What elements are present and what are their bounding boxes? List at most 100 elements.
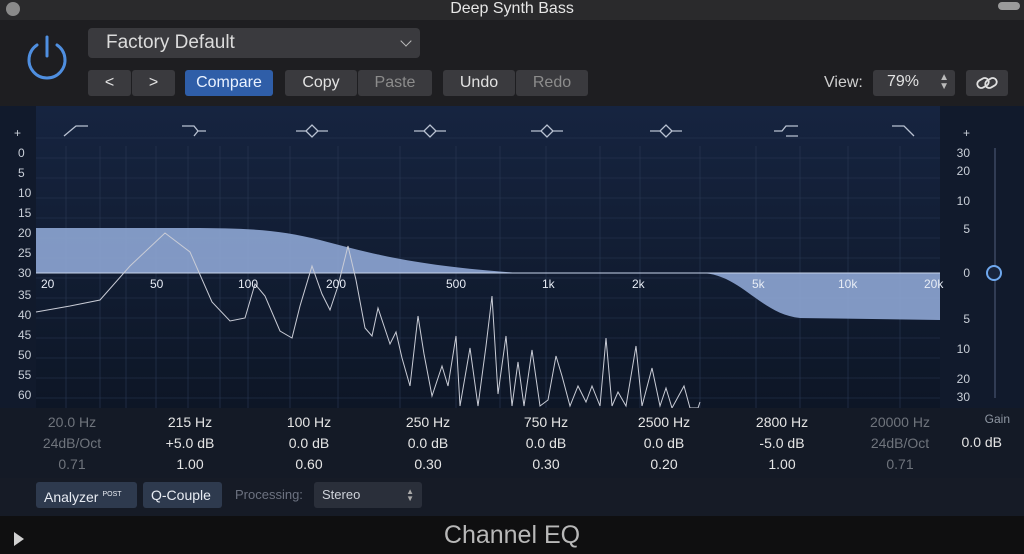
frequency-label: 5k bbox=[752, 277, 765, 291]
band-q[interactable]: 0.71 bbox=[27, 454, 117, 475]
band-3-params: 100 Hz 0.0 dB 0.60 bbox=[264, 412, 354, 475]
left-scale-label: 45 bbox=[18, 328, 32, 342]
processing-select[interactable]: Stereo ▲ ▼ bbox=[314, 482, 422, 508]
q-couple-button[interactable]: Q-Couple bbox=[143, 482, 222, 508]
undo-button[interactable]: Undo bbox=[443, 70, 515, 96]
band-freq[interactable]: 215 Hz bbox=[145, 412, 235, 433]
frequency-label: 500 bbox=[446, 277, 467, 291]
updown-arrows-icon: ▲ ▼ bbox=[939, 72, 949, 92]
frequency-label: 50 bbox=[150, 277, 164, 291]
right-scale-label: 10 bbox=[956, 194, 970, 208]
band-freq[interactable]: 20.0 Hz bbox=[27, 412, 117, 433]
preset-label: Factory Default bbox=[106, 32, 235, 53]
band-4-params: 250 Hz 0.0 dB 0.30 bbox=[383, 412, 473, 475]
right-scale-label: 20 bbox=[956, 372, 970, 386]
gain-slider-knob[interactable] bbox=[986, 265, 1002, 281]
eq-graph[interactable]: +051015202530354045505560- +302010505102… bbox=[0, 106, 1024, 416]
left-scale-label: + bbox=[14, 126, 22, 140]
processing-value: Stereo bbox=[322, 487, 361, 502]
analyzer-post-badge: POST bbox=[102, 491, 122, 498]
right-scale-label: 5 bbox=[963, 312, 970, 326]
link-button[interactable] bbox=[966, 70, 1008, 96]
band-1-params: 20.0 Hz 24dB/Oct 0.71 bbox=[27, 412, 117, 475]
link-icon bbox=[976, 77, 998, 89]
band-q[interactable]: 1.00 bbox=[737, 454, 827, 475]
band-8-params: 20000 Hz 24dB/Oct 0.71 bbox=[855, 412, 945, 475]
band-q[interactable]: 0.71 bbox=[855, 454, 945, 475]
band-5-params: 750 Hz 0.0 dB 0.30 bbox=[501, 412, 591, 475]
paste-button[interactable]: Paste bbox=[358, 70, 432, 96]
band-q[interactable]: 0.30 bbox=[383, 454, 473, 475]
frequency-label: 200 bbox=[326, 277, 347, 291]
window-title: Deep Synth Bass bbox=[450, 0, 574, 17]
left-scale-label: 20 bbox=[18, 226, 32, 240]
title-bar: Deep Synth Bass bbox=[0, 0, 1024, 20]
redo-button[interactable]: Redo bbox=[516, 70, 588, 96]
bottom-controls: Analyzer POST Q-Couple Processing: Stereo… bbox=[0, 478, 1024, 516]
plugin-header: Factory Default < > Compare Copy Paste U… bbox=[0, 20, 1024, 106]
frequency-label: 1k bbox=[542, 277, 555, 291]
band-6-params: 2500 Hz 0.0 dB 0.20 bbox=[619, 412, 709, 475]
band-gain[interactable]: 24dB/Oct bbox=[27, 433, 117, 454]
band-7-params: 2800 Hz -5.0 dB 1.00 bbox=[737, 412, 827, 475]
left-scale-label: 50 bbox=[18, 348, 32, 362]
right-scale-label: 0 bbox=[963, 266, 970, 280]
band-q[interactable]: 0.20 bbox=[619, 454, 709, 475]
left-scale-label: 10 bbox=[18, 186, 32, 200]
frequency-label: 100 bbox=[238, 277, 259, 291]
right-scale-label: 10 bbox=[956, 342, 970, 356]
view-label: View: bbox=[824, 74, 863, 91]
band-gain[interactable]: 0.0 dB bbox=[619, 433, 709, 454]
band-gain[interactable]: 24dB/Oct bbox=[855, 433, 945, 454]
analyzer-button[interactable]: Analyzer POST bbox=[36, 482, 137, 508]
chevron-down-icon bbox=[400, 35, 412, 47]
band-q[interactable]: 1.00 bbox=[145, 454, 235, 475]
band-gain[interactable]: 0.0 dB bbox=[383, 433, 473, 454]
left-scale-label: 55 bbox=[18, 368, 32, 382]
right-scale-label: 30 bbox=[956, 146, 970, 160]
left-scale-label: 15 bbox=[18, 206, 32, 220]
band-q[interactable]: 0.60 bbox=[264, 454, 354, 475]
band-q[interactable]: 0.30 bbox=[501, 454, 591, 475]
band-gain[interactable]: +5.0 dB bbox=[145, 433, 235, 454]
band-freq[interactable]: 2500 Hz bbox=[619, 412, 709, 433]
gain-value[interactable]: 0.0 dB bbox=[962, 434, 1002, 450]
analyzer-label: Analyzer bbox=[44, 489, 99, 505]
plugin-footer: Channel EQ bbox=[0, 516, 1024, 554]
right-scale-label: 20 bbox=[956, 164, 970, 178]
preset-dropdown[interactable]: Factory Default bbox=[88, 28, 420, 58]
right-scale-label: 5 bbox=[963, 222, 970, 236]
frequency-label: 10k bbox=[838, 277, 858, 291]
updown-arrows-icon: ▲ ▼ bbox=[406, 487, 414, 503]
left-scale-label: 25 bbox=[18, 246, 32, 260]
left-scale-label: 35 bbox=[18, 288, 32, 302]
previous-preset-button[interactable]: < bbox=[88, 70, 131, 96]
view-zoom-value: 79% bbox=[887, 73, 920, 90]
frequency-label: 20k bbox=[924, 277, 944, 291]
band-gain[interactable]: 0.0 dB bbox=[264, 433, 354, 454]
power-icon[interactable] bbox=[22, 32, 72, 82]
right-scale-label: + bbox=[962, 126, 970, 140]
view-zoom-select[interactable]: 79% ▲ ▼ bbox=[873, 70, 955, 96]
band-gain[interactable]: -5.0 dB bbox=[737, 433, 827, 454]
compare-button[interactable]: Compare bbox=[185, 70, 273, 96]
frequency-label: 20 bbox=[41, 277, 55, 291]
band-2-params: 215 Hz +5.0 dB 1.00 bbox=[145, 412, 235, 475]
left-scale-label: 0 bbox=[18, 146, 25, 160]
band-freq[interactable]: 20000 Hz bbox=[855, 412, 945, 433]
band-freq[interactable]: 2800 Hz bbox=[737, 412, 827, 433]
copy-button[interactable]: Copy bbox=[285, 70, 357, 96]
band-gain[interactable]: 0.0 dB bbox=[501, 433, 591, 454]
minimize-window-button[interactable] bbox=[998, 2, 1020, 10]
left-scale-label: 40 bbox=[18, 308, 32, 322]
frequency-label: 2k bbox=[632, 277, 645, 291]
plugin-name: Channel EQ bbox=[443, 521, 581, 549]
processing-label: Processing: bbox=[235, 487, 303, 502]
band-freq[interactable]: 250 Hz bbox=[383, 412, 473, 433]
gain-label: Gain bbox=[984, 412, 1010, 426]
next-preset-button[interactable]: > bbox=[132, 70, 175, 96]
band-freq[interactable]: 100 Hz bbox=[264, 412, 354, 433]
left-scale-label: 30 bbox=[18, 266, 32, 280]
band-freq[interactable]: 750 Hz bbox=[501, 412, 591, 433]
band-parameters: Gain 0.0 dB 20.0 Hz 24dB/Oct 0.71 215 Hz +5.… bbox=[0, 408, 1024, 478]
